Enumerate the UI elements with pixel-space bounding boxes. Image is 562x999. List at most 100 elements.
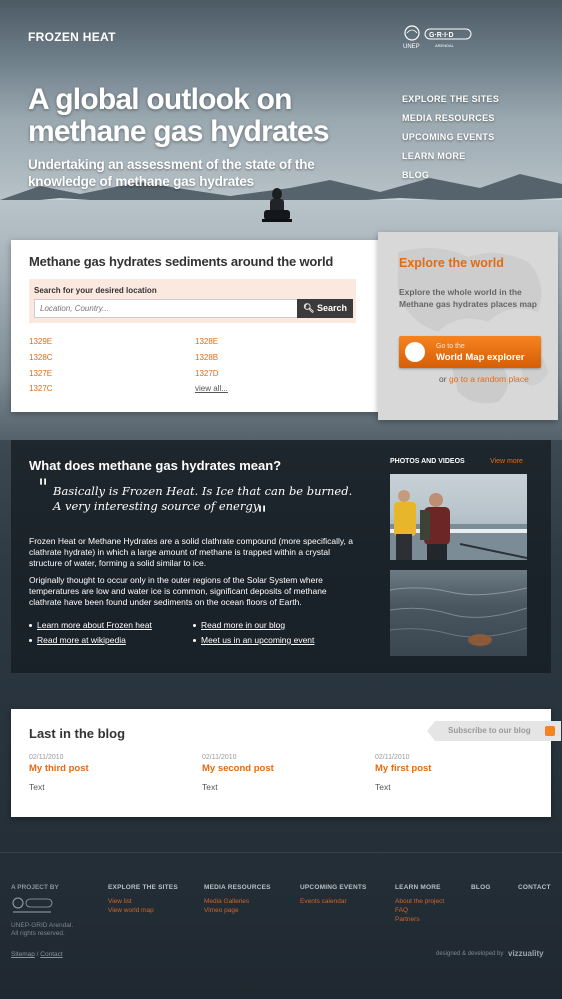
photo-thumbnail[interactable]: [390, 474, 527, 560]
footer-head-events[interactable]: UPCOMING EVENTS: [300, 884, 367, 891]
search-card: Methane gas hydrates sediments around th…: [11, 240, 383, 412]
info-paragraph-1: Frozen Heat or Methane Hydrates are a so…: [29, 536, 353, 568]
nav-item-explore-the-sites[interactable]: EXPLORE THE SITES: [402, 94, 499, 113]
blog-heading: Last in the blog: [29, 726, 126, 741]
search-icon: 🔍︎: [303, 303, 315, 313]
blog-post: 02/11/2010 My second post Text: [202, 754, 352, 792]
blog-post: 02/11/2010 My first post Text: [375, 754, 525, 792]
footer-org-note: UNEP-GRID Arendal. All rights reserved.: [11, 922, 73, 938]
footer-link-media-galleries[interactable]: Media Galleries: [204, 898, 249, 905]
search-button-label: Search: [316, 303, 347, 313]
learn-more-frozen-heat-link[interactable]: Learn more about Frozen heat: [29, 620, 152, 630]
open-quote-icon: ": [38, 476, 49, 501]
footer-head-learn-more[interactable]: LEARN MORE: [395, 884, 441, 891]
footer-org-line-2: All rights reserved.: [11, 930, 65, 937]
quote-line-2: A very interesting source of energy: [53, 499, 260, 513]
footer-head-explore[interactable]: EXPLORE THE SITES: [108, 884, 178, 891]
nav-item-blog[interactable]: BLOG: [402, 170, 499, 189]
hero-subtitle: Undertaking an assessment of the state o…: [28, 157, 315, 189]
post-title[interactable]: My first post: [375, 763, 525, 774]
search-button[interactable]: 🔍︎ Search: [297, 299, 353, 318]
location-link[interactable]: 1328C: [29, 353, 53, 362]
globe-icon: [405, 342, 425, 362]
quote-line-1: Basically is Frozen Heat. Is Ice that ca…: [53, 484, 353, 498]
footer-head-contact[interactable]: CONTACT: [518, 884, 551, 891]
hero-title: A global outlook on methane gas hydrates: [28, 83, 330, 148]
world-map-button-small: Go to the: [436, 343, 465, 350]
search-input[interactable]: [34, 299, 298, 318]
post-title[interactable]: My second post: [202, 763, 352, 774]
location-link[interactable]: 1327D: [195, 369, 219, 378]
footer-separator: /: [36, 951, 39, 958]
random-place-link[interactable]: go to a random place: [449, 374, 529, 384]
svg-text:UNEP: UNEP: [403, 44, 420, 50]
location-link[interactable]: 1327C: [29, 384, 53, 393]
sitemap-link[interactable]: Sitemap: [11, 951, 35, 958]
project-by-label: A PROJECT BY: [11, 884, 59, 891]
post-text: Text: [202, 782, 218, 792]
world-map-button-label: World Map explorer: [436, 352, 525, 363]
footer-link-view-list[interactable]: View list: [108, 898, 132, 905]
location-link[interactable]: 1327E: [29, 369, 52, 378]
view-more-link[interactable]: View more: [490, 458, 523, 465]
rss-icon: [545, 726, 555, 736]
post-date: 02/11/2010: [29, 754, 64, 761]
info-heading: What does methane gas hydrates mean?: [29, 458, 282, 473]
blog-post: 02/11/2010 My third post Text: [29, 754, 179, 792]
footer-head-blog[interactable]: BLOG: [471, 884, 491, 891]
footer-link-events-calendar[interactable]: Events calendar: [300, 898, 347, 905]
post-date: 02/11/2010: [375, 754, 410, 761]
post-date: 02/11/2010: [202, 754, 237, 761]
quote-block: " Basically is Frozen Heat. Is Ice that …: [38, 476, 361, 527]
footer-link-partners[interactable]: Partners: [395, 916, 420, 923]
unep-grid-logo[interactable]: UNEP G·R·I·D ARENDAL: [401, 24, 473, 50]
location-link[interactable]: 1328E: [195, 337, 218, 346]
footer-head-media[interactable]: MEDIA RESOURCES: [204, 884, 271, 891]
location-link[interactable]: 1328B: [195, 353, 218, 362]
search-card-heading: Methane gas hydrates sediments around th…: [29, 254, 334, 269]
main-nav: EXPLORE THE SITES MEDIA RESOURCES UPCOMI…: [402, 94, 499, 189]
footer-org-line-1: UNEP-GRID Arendal.: [11, 922, 74, 929]
svg-text:G·R·I·D: G·R·I·D: [429, 32, 454, 39]
blog-section: Last in the blog Subscribe to our blog 0…: [11, 709, 561, 817]
world-map-explorer-button[interactable]: Go to the World Map explorer: [399, 336, 541, 368]
explore-text: Explore the whole world in the Methane g…: [399, 287, 537, 309]
nav-item-media-resources[interactable]: MEDIA RESOURCES: [402, 113, 499, 132]
info-paragraph-2: Originally thought to occur only in the …: [29, 575, 327, 607]
close-quote-icon: ": [257, 503, 268, 528]
footer-link-faq[interactable]: FAQ: [395, 907, 408, 914]
subscribe-label: Subscribe to our blog: [448, 726, 531, 735]
photo-sea-image: [390, 587, 527, 646]
footer-link-view-world-map[interactable]: View world map: [108, 907, 154, 914]
location-link[interactable]: 1329E: [29, 337, 52, 346]
nav-item-upcoming-events[interactable]: UPCOMING EVENTS: [402, 132, 499, 151]
footer-bottom-links: Sitemap / Contact: [11, 951, 63, 958]
footer-credit: designed & developed by: [436, 951, 504, 957]
post-text: Text: [375, 782, 391, 792]
photos-videos-panel: PHOTOS AND VIDEOS View more: [390, 446, 550, 668]
subscribe-blog-button[interactable]: Subscribe to our blog: [427, 721, 561, 741]
upcoming-event-link[interactable]: Meet us in an upcoming event: [193, 635, 314, 645]
photo-two-men-image: [390, 490, 527, 560]
view-all-link[interactable]: view all...: [195, 384, 228, 393]
video-thumbnail[interactable]: [390, 570, 527, 656]
svg-text:ARENDAL: ARENDAL: [435, 43, 455, 48]
post-title[interactable]: My third post: [29, 763, 179, 774]
post-text: Text: [29, 782, 45, 792]
footer-unep-logo[interactable]: [11, 896, 53, 916]
explore-world-card: Explore the world Explore the whole worl…: [378, 232, 558, 420]
nav-item-learn-more[interactable]: LEARN MORE: [402, 151, 499, 170]
wikipedia-link[interactable]: Read more at wikipedia: [29, 635, 126, 645]
search-box: Search for your desired location 🔍︎ Sear…: [29, 279, 356, 323]
random-place-line: or go to a random place: [439, 374, 529, 384]
contact-link[interactable]: Contact: [40, 951, 62, 958]
methane-info-section: What does methane gas hydrates mean? " B…: [11, 440, 551, 673]
blog-link[interactable]: Read more in our blog: [193, 620, 285, 630]
snowmobile-image: [262, 188, 292, 222]
footer-divider: [0, 852, 562, 853]
footer-link-about[interactable]: About the project: [395, 898, 444, 905]
footer-link-vimeo[interactable]: Vimeo page: [204, 907, 239, 914]
vizzuality-logo[interactable]: vizzuality: [508, 949, 544, 958]
explore-heading: Explore the world: [399, 256, 504, 270]
site-logo[interactable]: FROZEN HEAT: [28, 30, 116, 44]
